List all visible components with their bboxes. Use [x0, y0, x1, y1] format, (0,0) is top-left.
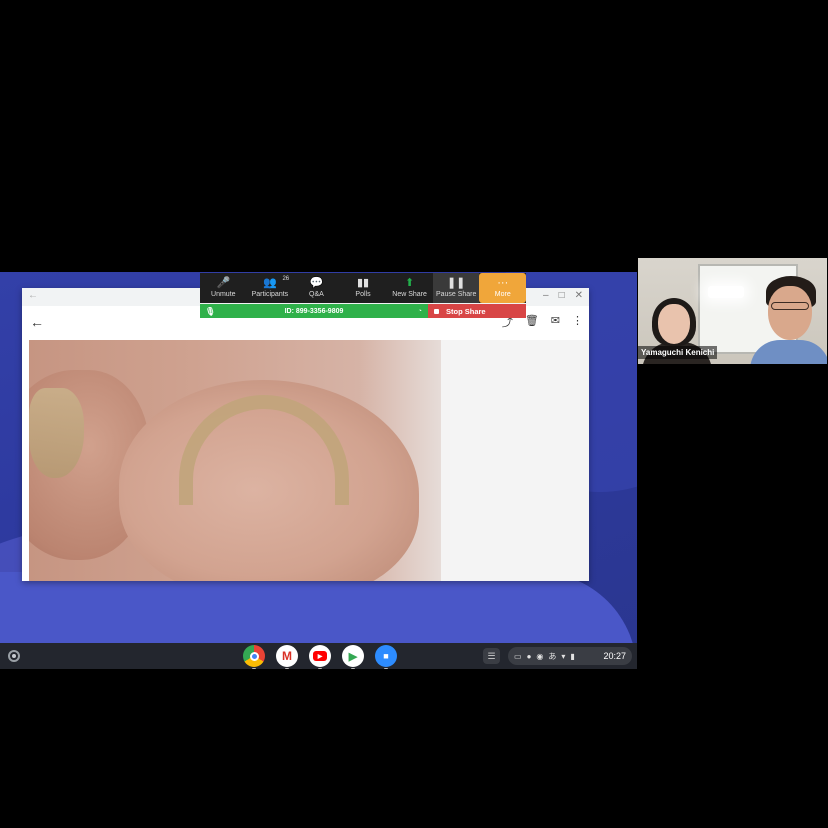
qa-label: Q&A: [309, 291, 324, 298]
status-tray[interactable]: ▭ ● ◉ あ ▾ ▮ 20:27: [508, 647, 632, 665]
unmute-button[interactable]: 🎤 Unmute: [200, 273, 247, 303]
wifi-icon: ▾: [561, 651, 566, 661]
ime-icon: あ: [548, 651, 557, 661]
new-share-button[interactable]: ⬆ New Share: [386, 273, 433, 303]
stop-share-label: Stop Share: [446, 306, 486, 316]
more-button[interactable]: ··· More: [479, 273, 527, 303]
qa-button[interactable]: 💬 Q&A: [293, 273, 340, 303]
back-arrow-icon[interactable]: ←: [30, 314, 44, 330]
notification-icon: ◉: [536, 651, 544, 661]
youtube-icon[interactable]: ▶: [309, 645, 331, 669]
polls-button[interactable]: ▮▮ Polls: [340, 273, 387, 303]
stop-icon: [434, 308, 439, 314]
participant-video[interactable]: Yamaguchi Kenichi: [638, 258, 827, 364]
polls-label: Polls: [355, 291, 371, 298]
participant-1-face: [658, 304, 690, 344]
delete-icon[interactable]: 🗑: [525, 314, 539, 330]
participants-count: 26: [282, 276, 290, 282]
unmute-label: Unmute: [211, 291, 236, 298]
muted-mic-icon: 🎤: [216, 277, 231, 289]
new-share-icon: ⬆: [404, 277, 415, 289]
viewer-side-panel: [441, 340, 589, 581]
participant-name: Yamaguchi Kenichi: [638, 346, 718, 359]
participant-2-face: [768, 286, 812, 340]
more-vert-icon[interactable]: ⋮: [572, 314, 583, 330]
record-icon: ●: [526, 651, 532, 661]
participants-button[interactable]: 👥 26 Participants: [247, 273, 294, 303]
launcher-icon[interactable]: [8, 650, 20, 662]
pause-share-button[interactable]: ❚❚ Pause Share: [432, 273, 480, 303]
zoom-icon[interactable]: ■: [375, 645, 397, 669]
email-icon[interactable]: ✉: [551, 314, 560, 330]
close-icon[interactable]: ✕: [575, 290, 583, 301]
meeting-id: ID: 899-3356-9809: [284, 307, 344, 315]
meeting-id-bar[interactable]: 🎙 ID: 899-3356-9809 ◔: [200, 304, 428, 318]
app-dock: M ▶ ▶ ■: [243, 645, 397, 669]
chrome-icon[interactable]: [243, 645, 265, 669]
toenail-left: [29, 388, 84, 478]
participants-icon: 👥: [263, 277, 277, 289]
more-icon: ···: [497, 277, 509, 289]
security-icon: ◔: [417, 307, 422, 315]
gmail-icon[interactable]: M: [276, 645, 298, 669]
clock: 20:27: [603, 651, 626, 661]
title-back-icon[interactable]: ←: [28, 290, 38, 301]
polls-icon: ▮▮: [356, 277, 370, 289]
clipboard-icon[interactable]: ☰: [483, 648, 500, 664]
new-share-label: New Share: [392, 291, 427, 298]
qa-icon: 💬: [309, 277, 324, 289]
stop-share-button[interactable]: Stop Share: [428, 304, 526, 318]
screen-capture-icon: ▭: [514, 651, 522, 661]
play-store-icon[interactable]: ▶: [342, 645, 364, 669]
image-viewer-window: ← – □ ✕ ← ⤴ 🗑 ✉ ⋮: [22, 288, 589, 581]
maximize-icon[interactable]: □: [559, 290, 565, 301]
mic-small-icon: 🎙: [205, 306, 216, 316]
toe-photo: [29, 340, 441, 581]
pause-icon: ❚❚: [446, 277, 466, 289]
more-label: More: [494, 291, 511, 298]
pause-share-label: Pause Share: [435, 291, 477, 298]
ceiling-light: [708, 286, 744, 298]
minimize-icon[interactable]: –: [543, 290, 549, 301]
zoom-share-toolbar: 🎤 Unmute 👥 26 Participants 💬 Q&A ▮▮ Poll…: [200, 273, 527, 303]
window-controls: – □ ✕: [543, 290, 583, 301]
participants-label: Participants: [251, 291, 289, 298]
battery-icon: ▮: [570, 651, 575, 661]
chromeos-shelf: M ▶ ▶ ■ ☰ ▭ ● ◉ あ ▾ ▮ 20:27: [0, 643, 637, 669]
glasses: [771, 302, 809, 310]
shared-screen: ← – □ ✕ ← ⤴ 🗑 ✉ ⋮ M ▶ ▶ ■ ☰ ▭ ● ◉ あ ▾ ▮ …: [0, 272, 637, 669]
